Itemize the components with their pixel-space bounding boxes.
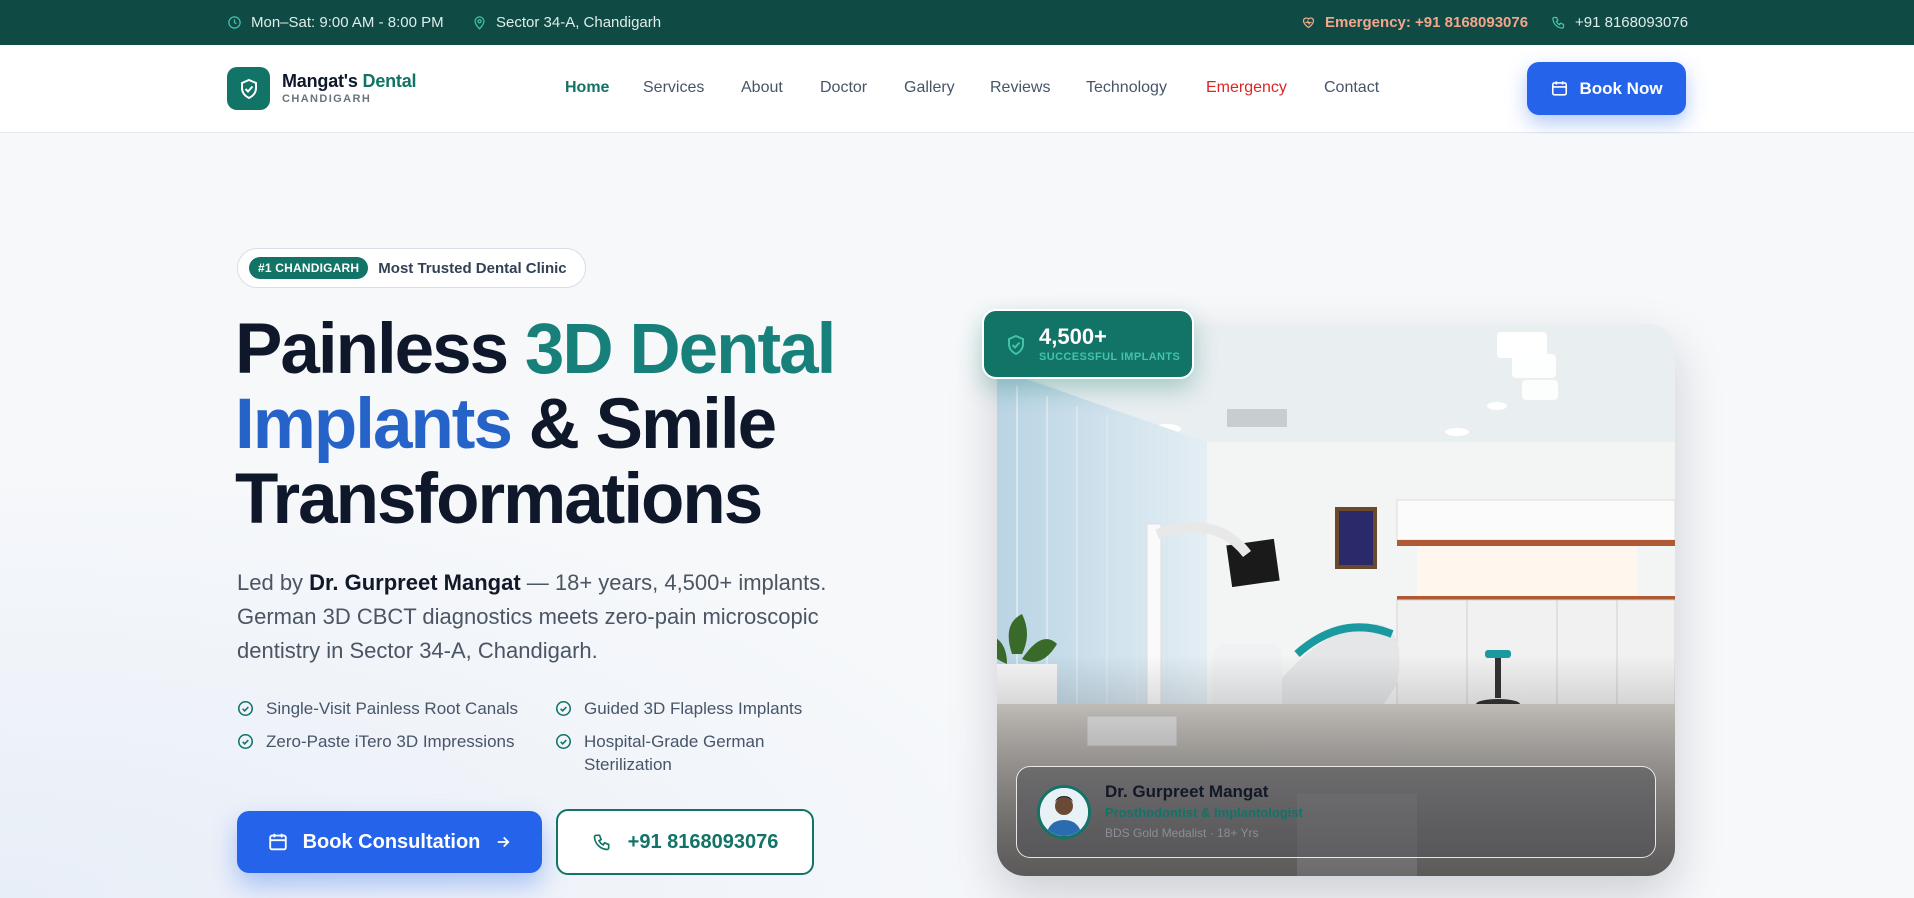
- stat-label: SUCCESSFUL IMPLANTS: [1039, 351, 1181, 363]
- nav-gallery[interactable]: Gallery: [904, 79, 955, 97]
- nav-emergency[interactable]: Emergency: [1206, 79, 1287, 97]
- book-consultation-label: Book Consultation: [302, 830, 481, 853]
- calendar-icon: [268, 833, 287, 851]
- phone-icon: [1552, 16, 1565, 29]
- brand-name: Mangat's Dental: [282, 71, 417, 92]
- call-phone-button[interactable]: +91 8168093076: [556, 809, 814, 875]
- phone-text: +91 8168093076: [1575, 14, 1689, 31]
- arrow-right-icon: [498, 836, 510, 848]
- nav-services[interactable]: Services: [643, 79, 704, 97]
- address-text: Sector 34-A, Chandigarh: [496, 14, 662, 31]
- heart-pulse-icon: [1302, 17, 1315, 29]
- phone-icon: [593, 834, 610, 851]
- doctor-name: Dr. Gurpreet Mangat: [1105, 782, 1269, 801]
- emergency-link[interactable]: Emergency: +91 8168093076: [1301, 14, 1528, 31]
- logo-badge[interactable]: [227, 67, 270, 110]
- hero-lead: Led by Dr. Gurpreet Mangat — 18+ years, …: [237, 566, 877, 668]
- hours-text: Mon–Sat: 9:00 AM - 8:00 PM: [251, 14, 444, 31]
- trust-badge-tag: #1 CHANDIGARH: [249, 257, 369, 279]
- brand-name-accent: Dental: [362, 71, 417, 91]
- brand-wordmark[interactable]: Mangat's Dental CHANDIGARH: [282, 71, 417, 105]
- doctor-portrait-icon: [1040, 788, 1088, 836]
- stat-number: 4,500+: [1039, 324, 1107, 349]
- hours-info: Mon–Sat: 9:00 AM - 8:00 PM: [227, 14, 444, 31]
- doctor-role: Prosthodontist & Implantologist: [1105, 805, 1303, 820]
- headline-accent-1: 3D Dental: [524, 310, 836, 389]
- book-consultation-button[interactable]: Book Consultation: [237, 811, 542, 873]
- feature-text: Guided 3D Flapless Implants: [584, 699, 803, 718]
- check-circle-icon: [555, 700, 572, 717]
- feature-text: Single-Visit Painless Root Canals: [266, 699, 518, 718]
- feature-text: Hospital-Grade German Sterilization: [584, 732, 765, 774]
- check-circle-icon: [237, 700, 254, 717]
- check-circle-icon: [237, 733, 254, 750]
- shield-check-icon: [1008, 334, 1024, 356]
- main-navbar: Mangat's Dental CHANDIGARH Home Services…: [0, 45, 1914, 133]
- brand-subtitle: CHANDIGARH: [282, 93, 372, 105]
- calendar-icon: [1552, 81, 1568, 96]
- nav-reviews[interactable]: Reviews: [990, 79, 1050, 97]
- lead-prefix: Led by: [237, 570, 310, 595]
- nav-home[interactable]: Home: [565, 79, 609, 97]
- emergency-text: Emergency: +91 8168093076: [1325, 14, 1529, 31]
- trust-badge-text: Most Trusted Dental Clinic: [378, 259, 567, 277]
- call-phone-label: +91 8168093076: [627, 830, 779, 853]
- book-now-button[interactable]: Book Now: [1527, 62, 1686, 115]
- top-info-bar: Mon–Sat: 9:00 AM - 8:00 PM Sector 34-A, …: [0, 0, 1914, 45]
- phone-link[interactable]: +91 8168093076: [1551, 14, 1688, 31]
- doctor-avatar: [1037, 785, 1091, 839]
- brand-name-main: Mangat's: [282, 71, 358, 91]
- headline-part-3: Transformations: [235, 460, 763, 539]
- hero-headline: Painless 3D Dental Implants & Smile Tran…: [235, 312, 935, 537]
- address-info: Sector 34-A, Chandigarh: [472, 14, 661, 31]
- nav-about[interactable]: About: [741, 79, 783, 97]
- shield-check-icon: [240, 78, 257, 99]
- nav-doctor[interactable]: Doctor: [820, 79, 867, 97]
- feature-item: Zero-Paste iTero 3D Impressions: [237, 730, 537, 753]
- check-circle-icon: [555, 733, 572, 750]
- headline-part-2: & Smile: [510, 385, 777, 464]
- implants-stat-badge: 4,500+ SUCCESSFUL IMPLANTS: [982, 309, 1194, 379]
- nav-contact[interactable]: Contact: [1324, 79, 1379, 97]
- map-pin-icon: [474, 16, 485, 30]
- feature-item: Hospital-Grade German Sterilization: [555, 730, 795, 776]
- lead-doctor-name: Dr. Gurpreet Mangat: [309, 570, 521, 595]
- book-now-label: Book Now: [1579, 78, 1663, 98]
- feature-item: Single-Visit Painless Root Canals: [237, 697, 537, 720]
- headline-accent-2: Implants: [235, 385, 513, 464]
- feature-text: Zero-Paste iTero 3D Impressions: [266, 732, 515, 751]
- doctor-card: Dr. Gurpreet Mangat Prosthodontist & Imp…: [1016, 766, 1656, 858]
- headline-part-1: Painless: [235, 310, 525, 389]
- trust-badge: #1 CHANDIGARH Most Trusted Dental Clinic: [237, 248, 586, 288]
- nav-technology[interactable]: Technology: [1086, 79, 1167, 97]
- feature-item: Guided 3D Flapless Implants: [555, 697, 855, 720]
- clock-icon: [228, 16, 241, 29]
- doctor-credentials: BDS Gold Medalist · 18+ Yrs: [1105, 826, 1259, 840]
